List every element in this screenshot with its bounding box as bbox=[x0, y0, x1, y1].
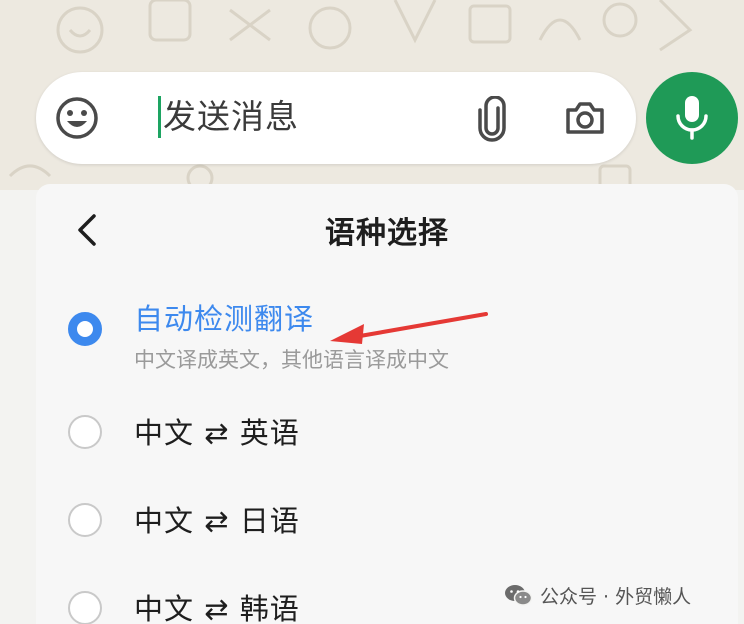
option-label: 中文 ⇄ 韩语 bbox=[134, 592, 300, 624]
language-selection-panel: 语种选择 自动检测翻译 中文译成英文，其他语言译成中文 中文 ⇄ 英语 中文 ⇄… bbox=[36, 184, 738, 624]
option-label: 中文 ⇄ 日语 bbox=[134, 504, 300, 538]
radio-unselected[interactable] bbox=[68, 503, 102, 537]
microphone-icon bbox=[676, 96, 708, 140]
annotation-arrow bbox=[330, 312, 488, 344]
option-label: 中文 ⇄ 英语 bbox=[134, 416, 300, 450]
radio-unselected[interactable] bbox=[68, 415, 102, 449]
message-input-placeholder[interactable]: 发送消息 bbox=[163, 97, 299, 137]
radio-unselected[interactable] bbox=[68, 591, 102, 624]
option-zh-en[interactable]: 中文 ⇄ 英语 bbox=[64, 410, 704, 470]
text-cursor bbox=[158, 96, 161, 138]
watermark: 公众号 · 外贸懒人 bbox=[504, 580, 691, 610]
option-label: 自动检测翻译 bbox=[134, 302, 315, 336]
wechat-icon bbox=[505, 585, 532, 606]
option-zh-ja[interactable]: 中文 ⇄ 日语 bbox=[64, 498, 704, 558]
emoji-icon bbox=[56, 97, 98, 139]
radio-selected[interactable] bbox=[68, 312, 102, 346]
emoji-button[interactable] bbox=[54, 95, 100, 141]
attach-button[interactable] bbox=[474, 95, 510, 142]
voice-record-button[interactable] bbox=[646, 72, 738, 164]
message-composer[interactable]: 发送消息 bbox=[36, 72, 636, 164]
camera-button[interactable] bbox=[564, 98, 606, 138]
panel-title: 语种选择 bbox=[325, 216, 449, 251]
camera-icon bbox=[566, 102, 604, 134]
watermark-text: 公众号 · 外贸懒人 bbox=[540, 585, 692, 608]
paperclip-icon bbox=[478, 95, 506, 142]
